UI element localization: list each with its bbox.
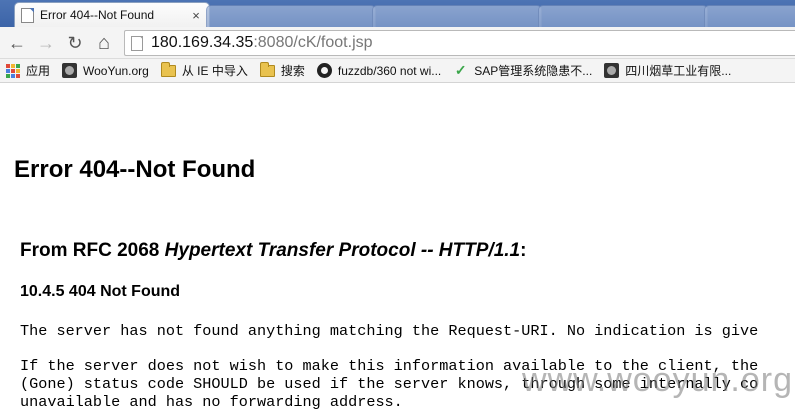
bookmark-label: fuzzdb/360 not wi...	[337, 63, 442, 78]
paragraph-2-line-3: unavailable and has no forwarding addres…	[20, 393, 403, 409]
tab-strip: Error 404--Not Found ×	[0, 0, 795, 27]
rfc-title: Hypertext Transfer Protocol -- HTTP/1.1	[164, 240, 521, 261]
rfc-prefix: From RFC 2068	[20, 240, 165, 261]
bookmark-wooyun[interactable]: WooYun.org	[56, 60, 155, 82]
folder-icon	[160, 61, 176, 77]
rfc-heading: From RFC 2068 Hypertext Transfer Protoco…	[20, 240, 526, 262]
tab-background[interactable]	[538, 5, 708, 27]
bookmark-folder-ie-import[interactable]: 从 IE 中导入	[155, 60, 254, 82]
bookmark-sichuan-tobacco[interactable]: 四川烟草工业有限...	[598, 60, 737, 82]
page-favicon-icon	[21, 7, 34, 23]
bookmark-label: 从 IE 中导入	[181, 64, 248, 78]
bookmark-folder-search[interactable]: 搜索	[254, 60, 311, 82]
forward-button[interactable]: →	[36, 33, 56, 53]
bookmark-label: 四川烟草工业有限...	[625, 64, 732, 78]
section-heading: 10.4.5 404 Not Found	[20, 283, 181, 300]
page-icon	[131, 35, 143, 51]
sap-check-icon: ✓	[454, 62, 467, 78]
bookmark-apps[interactable]: 应用	[0, 60, 56, 82]
close-icon[interactable]: ×	[189, 8, 203, 23]
url-host: 180.169.34.35	[151, 34, 254, 51]
tab-active[interactable]: Error 404--Not Found ×	[14, 2, 210, 27]
bookmark-label: SAP管理系统隐患不...	[474, 64, 593, 78]
tab-background[interactable]	[372, 5, 542, 27]
bookmark-sap[interactable]: ✓ SAP管理系统隐患不...	[447, 60, 598, 82]
page-content: Error 404--Not Found From RFC 2068 Hyper…	[0, 84, 795, 409]
tab-title: Error 404--Not Found	[40, 8, 155, 22]
site-photo-icon	[604, 63, 620, 78]
page-title: Error 404--Not Found	[14, 156, 256, 183]
site-photo-icon	[62, 63, 78, 78]
watermark: www.wooyun.org	[521, 361, 793, 399]
apps-grid-icon	[6, 63, 20, 78]
bookmark-fuzzdb[interactable]: fuzzdb/360 not wi...	[311, 60, 447, 82]
folder-icon	[259, 61, 275, 77]
toolbar: ← → ↻ ⌂ 180.169.34.35:8080/cK/foot.jsp	[0, 27, 795, 59]
tab-background[interactable]	[206, 5, 376, 27]
bookmark-label: 应用	[26, 64, 51, 78]
github-icon	[316, 63, 332, 78]
bookmarks-bar: 应用 WooYun.org 从 IE 中导入 搜索 fuzzdb/360 not…	[0, 59, 795, 83]
bookmark-label: WooYun.org	[83, 63, 149, 78]
paragraph-1: The server has not found anything matchi…	[20, 322, 759, 340]
tab-background[interactable]	[704, 5, 795, 27]
reload-button[interactable]: ↻	[65, 33, 85, 53]
bookmark-label: 搜索	[280, 64, 305, 78]
url-path: :8080/cK/foot.jsp	[253, 34, 373, 51]
home-button[interactable]: ⌂	[94, 32, 114, 54]
back-button[interactable]: ←	[7, 33, 27, 53]
rfc-suffix: :	[520, 240, 527, 261]
address-bar[interactable]: 180.169.34.35:8080/cK/foot.jsp	[124, 30, 795, 56]
